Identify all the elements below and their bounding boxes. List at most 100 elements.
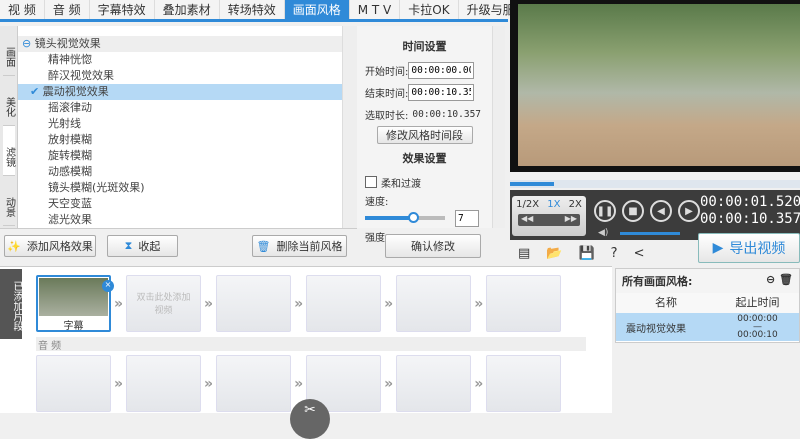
list-scrollbar[interactable]	[342, 26, 357, 228]
side-tab-2[interactable]: 滤镜	[2, 126, 15, 176]
end-time-input[interactable]	[408, 83, 475, 101]
empty-slot[interactable]	[486, 275, 562, 332]
time-settings-title: 时间设置	[402, 40, 447, 53]
styles-title: 所有画面风格:	[622, 275, 693, 288]
help-icon[interactable]: ?	[611, 246, 618, 261]
side-tabs: 画面 美化 滤镜 动景	[0, 26, 18, 228]
list-group[interactable]: ⊖ 镜头视觉效果	[18, 36, 342, 52]
speed-option[interactable]: 2X	[569, 199, 582, 210]
tab-2[interactable]: 字幕特效	[90, 0, 155, 19]
pause-button[interactable]: ❚❚	[594, 200, 616, 222]
jog-slider[interactable]: ◀◀ ▶▶	[518, 214, 580, 226]
side-tab-3[interactable]: 动景	[2, 176, 15, 226]
trash-icon: 🗑	[256, 239, 271, 253]
effect-item[interactable]: 滤光效果	[18, 212, 342, 228]
effect-label: 旋转模糊	[48, 149, 92, 162]
confirm-button[interactable]: 确认修改	[385, 234, 481, 258]
prev-frame-button[interactable]: ◀	[650, 200, 672, 222]
side-tab-1[interactable]: 美化	[2, 76, 15, 126]
main-tab-bar: 视 频音 频字幕特效 叠加素材 转场特效 画面风格 M T V 卡拉OK 升级与服务	[0, 0, 536, 22]
soft-label: 柔和过渡	[381, 178, 421, 190]
effect-item[interactable]: 放射模糊	[18, 132, 342, 148]
effect-list: ⊖ 镜头视觉效果 精神恍惚 醉汉视觉效果 ✔ 震动视觉效果 摇滚律动光射线 放射模糊 旋转…	[18, 26, 342, 228]
tab-5[interactable]: 画面风格	[284, 0, 350, 19]
timeline: 已添加片段 字幕 ×» 双击此处添加视频»»»» 音 频 »»»»» ✂	[0, 266, 612, 439]
speed-input[interactable]	[455, 209, 479, 227]
group-label: 镜头视觉效果	[34, 37, 101, 50]
start-time-input[interactable]	[408, 61, 475, 79]
empty-slot[interactable]	[216, 275, 292, 332]
empty-slot[interactable]	[306, 275, 382, 332]
new-project-icon[interactable]: ▤	[518, 246, 530, 261]
speed-option[interactable]: 1/2X	[516, 199, 539, 210]
audio-slot[interactable]	[486, 355, 562, 412]
effect-label: 天空变蓝	[48, 197, 92, 210]
add-style-button[interactable]: ✨ 添加风格效果	[4, 235, 96, 257]
effect-item[interactable]: 天空变蓝	[18, 196, 342, 212]
style-row[interactable]: 震动视觉效果 00:00:00—00:00:10	[616, 313, 799, 341]
add-video-hint: 双击此处添加视频	[136, 293, 191, 316]
effect-item[interactable]: 镜头模糊(光斑效果)	[18, 180, 342, 196]
progress-bar[interactable]	[510, 180, 800, 188]
collapse-button[interactable]: ⧗ 收起	[107, 235, 178, 257]
clip-slot[interactable]: 字幕 ×	[36, 275, 114, 332]
current-time: 00:00:01.520	[700, 194, 800, 210]
speed-slider[interactable]	[365, 212, 445, 223]
volume-slider[interactable]	[620, 232, 680, 235]
remove-clip-icon[interactable]: ×	[102, 280, 114, 292]
style-name: 震动视觉效果	[626, 323, 686, 335]
effect-item[interactable]: ✔ 震动视觉效果	[18, 84, 342, 100]
audio-slot[interactable]	[36, 355, 111, 412]
effect-item[interactable]: 动感模糊	[18, 164, 342, 180]
share-icon[interactable]: <	[634, 246, 645, 261]
trash-icon[interactable]: 🗑	[779, 273, 793, 286]
empty-slot[interactable]: 双击此处添加视频	[126, 275, 202, 332]
soft-checkbox[interactable]	[365, 176, 377, 188]
tab-1[interactable]: 音 频	[45, 0, 90, 19]
tab-4[interactable]: 转场特效	[220, 0, 285, 19]
effect-item[interactable]: 旋转模糊	[18, 148, 342, 164]
empty-slot[interactable]	[396, 275, 472, 332]
effect-settings-title: 效果设置	[402, 152, 447, 165]
effect-item[interactable]: 光射线	[18, 116, 342, 132]
total-time: 00:00:10.357	[700, 211, 800, 227]
start-label: 开始时间:	[365, 66, 409, 78]
export-video-button[interactable]: ▶ 导出视频	[698, 233, 800, 263]
settings-scrollbar[interactable]	[492, 26, 505, 228]
effect-item[interactable]: 精神恍惚	[18, 52, 342, 68]
save-icon[interactable]: 💾	[578, 246, 594, 261]
audio-slot[interactable]	[126, 355, 202, 412]
speed-label: 速度:	[365, 196, 389, 208]
back-icon[interactable]: ⊖	[766, 273, 775, 286]
tab-0[interactable]: 视 频	[0, 0, 45, 19]
col-name: 名称	[655, 296, 677, 309]
audio-slot[interactable]	[396, 355, 472, 412]
arrow-icon: »	[114, 295, 124, 312]
delete-style-label: 删除当前风格	[276, 240, 343, 253]
forward-icon: ▶▶	[564, 214, 577, 223]
arrow-icon: »	[474, 295, 484, 312]
tab-7[interactable]: 卡拉OK	[400, 0, 459, 19]
modify-time-button[interactable]: 修改风格时间段	[376, 126, 473, 144]
audio-slot[interactable]	[216, 355, 292, 412]
stop-button[interactable]: ■	[622, 200, 644, 222]
audio-track-label: 音 频	[36, 337, 586, 352]
effect-item[interactable]: 醉汉视觉效果	[18, 68, 342, 84]
arrow-icon: »	[384, 375, 394, 392]
list-item-partial	[18, 26, 342, 36]
export-icon: ▶	[712, 240, 724, 256]
next-frame-button[interactable]: ▶	[678, 200, 700, 222]
speed-option[interactable]: 1X	[547, 199, 560, 210]
tab-3[interactable]: 叠加素材	[155, 0, 220, 19]
export-label: 导出视频	[729, 241, 786, 257]
open-folder-icon[interactable]: 📂	[546, 246, 562, 261]
collapse-label: 收起	[138, 240, 161, 253]
tab-6[interactable]: M T V	[350, 0, 401, 19]
delete-style-button[interactable]: 🗑 删除当前风格	[252, 235, 347, 257]
effect-item[interactable]: 摇滚律动	[18, 100, 342, 116]
added-clips-label: 已添加片段	[0, 269, 22, 339]
arrow-icon: »	[294, 295, 304, 312]
scissors-icon[interactable]: ✂	[290, 399, 330, 439]
effect-label: 摇滚律动	[48, 101, 92, 114]
side-tab-0[interactable]: 画面	[2, 26, 15, 76]
